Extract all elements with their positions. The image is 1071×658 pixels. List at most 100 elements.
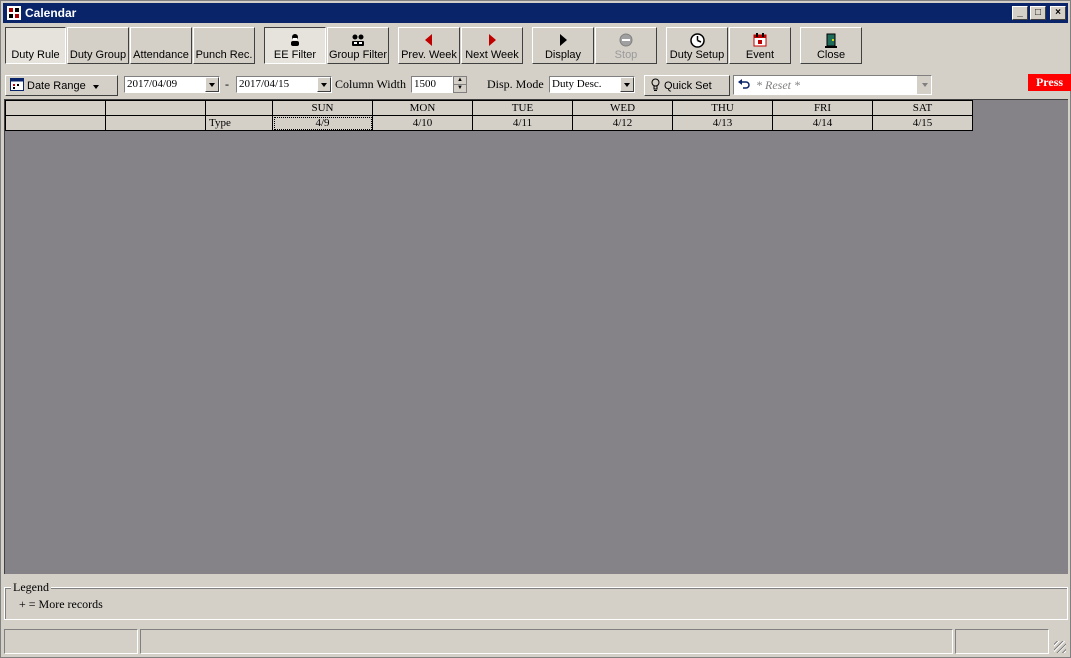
duty-group-button[interactable]: Duty Group: [67, 27, 129, 64]
app-icon: [6, 5, 22, 21]
dropdown-arrow-icon[interactable]: [620, 77, 634, 92]
attendance-button[interactable]: Attendance: [130, 27, 192, 64]
quick-set-label: Quick Set: [664, 79, 712, 92]
duty-setup-button[interactable]: Duty Setup: [666, 27, 728, 64]
arrow-right-icon: [484, 32, 500, 48]
date-cell[interactable]: 4/14: [772, 115, 873, 131]
dropdown-arrow-icon[interactable]: [317, 77, 331, 92]
close-button[interactable]: Close: [800, 27, 862, 64]
day-header: WED: [572, 100, 673, 116]
display-button[interactable]: Display: [532, 27, 594, 64]
stop-icon: [618, 32, 634, 48]
day-header: THU: [672, 100, 773, 116]
column-width-spinner[interactable]: ▲ ▼: [453, 76, 467, 93]
reset-select[interactable]: * Reset *: [733, 75, 932, 95]
date-cell[interactable]: 4/12: [572, 115, 673, 131]
dropdown-arrow-icon[interactable]: [205, 77, 219, 92]
punch-rec-button[interactable]: Punch Rec.: [193, 27, 255, 64]
calendar-event-icon: [752, 32, 768, 48]
close-label: Close: [816, 49, 846, 61]
date-from-combo[interactable]: 2017/04/09: [124, 76, 220, 93]
disp-mode-select[interactable]: Duty Desc.: [549, 76, 635, 93]
type-label: Type: [205, 115, 273, 131]
calendar-grid-area[interactable]: SUN MON TUE WED THU FRI SAT Type 4/9 4/1…: [4, 99, 1068, 574]
window-title: Calendar: [25, 6, 77, 20]
play-icon: [555, 32, 571, 48]
close-window-button[interactable]: ×: [1050, 6, 1066, 20]
disp-mode-value: Duty Desc.: [552, 78, 602, 90]
clock-icon: [689, 32, 705, 48]
date-from-value: 2017/04/09: [127, 78, 178, 90]
legend-item: + = More records: [19, 597, 103, 611]
legend-title: Legend: [11, 580, 51, 595]
day-header: TUE: [472, 100, 573, 116]
status-pane: [4, 629, 138, 654]
group-filter-label: Group Filter: [328, 49, 388, 61]
legend-group: Legend + = More records: [4, 580, 1068, 620]
calendar-grid: SUN MON TUE WED THU FRI SAT Type 4/9 4/1…: [5, 100, 973, 131]
spin-up-icon[interactable]: ▲: [454, 77, 466, 85]
header-cell-blank: [205, 100, 273, 116]
calendar-icon: [10, 77, 24, 94]
status-bar: [4, 629, 1068, 655]
duty-rule-label: Duty Rule: [11, 49, 60, 61]
ee-filter-button[interactable]: EE Filter: [264, 27, 326, 64]
prev-week-button[interactable]: Prev. Week: [398, 27, 460, 64]
group-filter-icon: [350, 32, 366, 48]
toolbar: Duty Rule Duty Group Attendance Punch Re…: [4, 26, 1066, 64]
column-width-value: 1500: [414, 78, 436, 90]
date-cell[interactable]: 4/15: [872, 115, 973, 131]
display-label: Display: [544, 49, 582, 61]
header-cell-blank: [5, 100, 106, 116]
day-header: FRI: [772, 100, 873, 116]
status-pane: [140, 629, 953, 654]
date-separator: -: [225, 77, 229, 91]
date-to-combo[interactable]: 2017/04/15: [236, 76, 332, 93]
lightbulb-icon: [651, 78, 660, 94]
prev-week-label: Prev. Week: [401, 49, 457, 61]
row-cell-blank[interactable]: [105, 115, 206, 131]
date-cell[interactable]: 4/9: [272, 115, 373, 131]
calendar-window: Calendar _ □ × Duty Rule Duty Group Atte…: [0, 0, 1071, 658]
day-header-row: SUN MON TUE WED THU FRI SAT: [5, 100, 973, 116]
quick-set-button[interactable]: Quick Set: [644, 75, 730, 96]
spin-down-icon[interactable]: ▼: [454, 85, 466, 92]
door-exit-icon: [823, 32, 839, 48]
date-range-button[interactable]: Date Range: [5, 75, 118, 96]
date-cell[interactable]: 4/10: [372, 115, 473, 131]
column-width-input[interactable]: 1500: [411, 76, 453, 93]
day-header: MON: [372, 100, 473, 116]
attendance-label: Attendance: [133, 49, 189, 61]
group-filter-button[interactable]: Group Filter: [327, 27, 389, 64]
stop-button[interactable]: Stop: [595, 27, 657, 64]
duty-setup-label: Duty Setup: [669, 49, 725, 61]
undo-icon: [738, 78, 750, 93]
date-cell[interactable]: 4/11: [472, 115, 573, 131]
header-cell-blank: [105, 100, 206, 116]
minimize-button[interactable]: _: [1012, 6, 1028, 20]
next-week-label: Next Week: [465, 49, 519, 61]
person-filter-icon: [287, 32, 303, 48]
day-header: SUN: [272, 100, 373, 116]
arrow-left-icon: [421, 32, 437, 48]
row-cell-blank[interactable]: [5, 115, 106, 131]
resize-grip-icon[interactable]: [1054, 641, 1066, 653]
duty-group-label: Duty Group: [69, 49, 127, 61]
date-cell[interactable]: 4/13: [672, 115, 773, 131]
date-to-value: 2017/04/15: [239, 78, 290, 90]
reset-value: * Reset *: [756, 77, 800, 92]
duty-rule-button[interactable]: Duty Rule: [5, 27, 66, 64]
title-bar[interactable]: Calendar _ □ ×: [3, 3, 1068, 23]
dropdown-arrow-icon[interactable]: [917, 76, 931, 94]
chevron-down-icon: [92, 80, 99, 92]
stop-label: Stop: [614, 49, 638, 61]
punch-rec-label: Punch Rec.: [195, 49, 253, 61]
ee-filter-label: EE Filter: [273, 49, 317, 61]
date-range-label: Date Range: [27, 79, 86, 92]
press-badge[interactable]: Press: [1028, 74, 1071, 91]
event-button[interactable]: Event: [729, 27, 791, 64]
maximize-button[interactable]: □: [1030, 6, 1046, 20]
date-row: Type 4/9 4/10 4/11 4/12 4/13 4/14 4/15: [5, 115, 973, 131]
next-week-button[interactable]: Next Week: [461, 27, 523, 64]
filter-row: Date Range 2017/04/09 - 2017/04/15 Colum…: [4, 74, 1071, 98]
